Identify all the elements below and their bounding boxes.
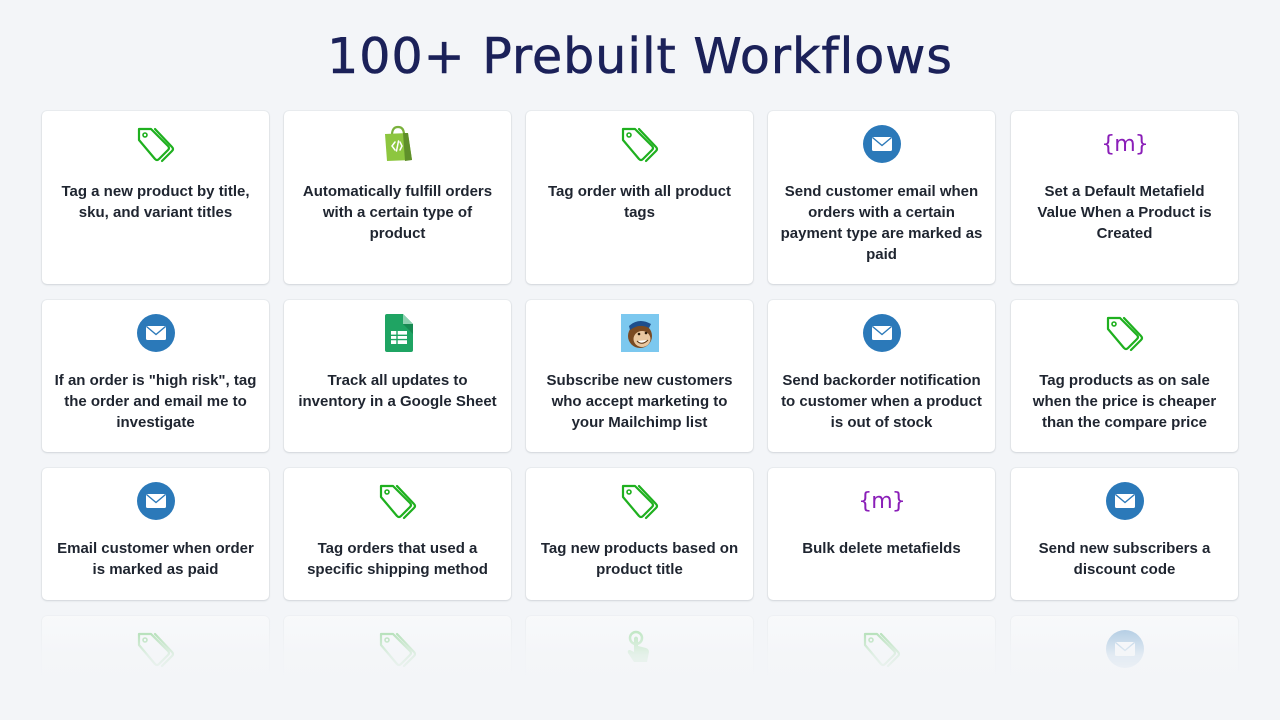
workflow-label: Subscribe new customers who accept marke… bbox=[546, 372, 733, 431]
workflow-card[interactable]: Track all updates to inventory in a Goog… bbox=[284, 300, 511, 452]
metafield-icon-text: {m} bbox=[1101, 131, 1148, 157]
workflow-label: Tag new products based on product title bbox=[540, 540, 739, 578]
workflow-card[interactable]: Tag new products based on product title bbox=[526, 468, 753, 600]
metafield-icon-text: {m} bbox=[858, 488, 905, 514]
page-title: 100+ Prebuilt Workflows bbox=[327, 28, 953, 86]
workflow-card[interactable]: Tag order with all product tags bbox=[526, 111, 753, 284]
tag-icon bbox=[620, 482, 660, 520]
google-sheets-icon bbox=[378, 314, 418, 352]
tag-icon bbox=[378, 630, 418, 668]
workflow-label: Tag orders that used a specific shipping… bbox=[307, 540, 488, 578]
workflow-label: Bulk delete metafields bbox=[802, 540, 961, 557]
workflow-card[interactable] bbox=[768, 616, 995, 720]
workflow-card[interactable]: Automatically fulfill orders with a cert… bbox=[284, 111, 511, 284]
workflow-card[interactable]: {m} Set a Default Metafield Value When a … bbox=[1011, 111, 1238, 284]
pointer-hand-icon bbox=[620, 630, 660, 668]
tag-icon bbox=[862, 630, 902, 668]
email-icon bbox=[136, 314, 176, 352]
email-icon bbox=[136, 482, 176, 520]
workflow-card[interactable]: {m} Bulk delete metafields bbox=[768, 468, 995, 600]
mailchimp-icon bbox=[620, 314, 660, 352]
workflow-card[interactable]: Send new subscribers a discount code bbox=[1011, 468, 1238, 600]
tag-icon bbox=[136, 125, 176, 163]
tag-icon bbox=[378, 482, 418, 520]
tag-icon bbox=[136, 630, 176, 668]
workflow-label: Tag a new product by title, sku, and var… bbox=[61, 183, 250, 221]
workflow-label: Track all updates to inventory in a Goog… bbox=[298, 372, 497, 410]
email-icon bbox=[1105, 482, 1145, 520]
workflow-label: Send backorder notification to customer … bbox=[781, 372, 982, 431]
workflow-card[interactable]: Email customer when order is marked as p… bbox=[42, 468, 269, 600]
workflow-label: Send new subscribers a discount code bbox=[1038, 540, 1211, 578]
workflow-label: Set a Default Metafield Value When a Pro… bbox=[1037, 183, 1212, 242]
workflow-label: Tag products as on sale when the price i… bbox=[1032, 372, 1217, 431]
email-icon bbox=[862, 314, 902, 352]
tag-icon bbox=[620, 125, 660, 163]
shopify-bag-icon bbox=[378, 125, 418, 163]
workflow-card[interactable]: Tag a new product by title, sku, and var… bbox=[42, 111, 269, 284]
workflow-card[interactable]: Subscribe new customers who accept marke… bbox=[526, 300, 753, 452]
workflow-label: Tag order with all product tags bbox=[547, 183, 732, 221]
workflow-card[interactable] bbox=[526, 616, 753, 720]
workflow-label: Automatically fulfill orders with a cert… bbox=[302, 183, 493, 242]
workflow-label: If an order is "high risk", tag the orde… bbox=[54, 372, 257, 431]
metafield-icon: {m} bbox=[1101, 125, 1148, 163]
email-icon bbox=[862, 125, 902, 163]
metafield-icon: {m} bbox=[858, 482, 905, 520]
workflow-card[interactable]: If an order is "high risk", tag the orde… bbox=[42, 300, 269, 452]
workflow-label: Email customer when order is marked as p… bbox=[57, 540, 254, 578]
workflow-card[interactable] bbox=[42, 616, 269, 720]
workflow-card[interactable]: Send backorder notification to customer … bbox=[768, 300, 995, 452]
workflow-card[interactable]: Tag orders that used a specific shipping… bbox=[284, 468, 511, 600]
workflow-card[interactable] bbox=[284, 616, 511, 720]
workflow-card[interactable]: Tag products as on sale when the price i… bbox=[1011, 300, 1238, 452]
workflow-label: Send customer email when orders with a c… bbox=[780, 183, 983, 263]
workflow-card[interactable] bbox=[1011, 616, 1238, 720]
tag-icon bbox=[1105, 314, 1145, 352]
workflow-card[interactable]: Send customer email when orders with a c… bbox=[768, 111, 995, 284]
email-icon bbox=[1105, 630, 1145, 668]
